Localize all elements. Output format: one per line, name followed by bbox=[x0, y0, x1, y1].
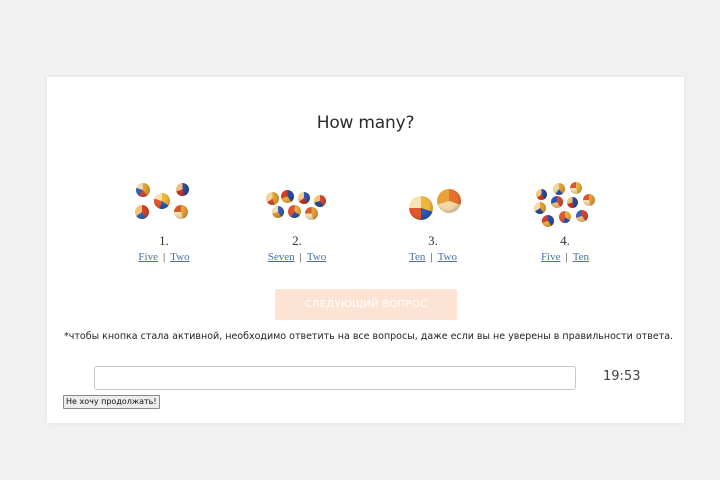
answer-input[interactable] bbox=[94, 366, 576, 390]
question-2: 2. Seven | Two bbox=[237, 177, 357, 265]
ball bbox=[583, 194, 595, 206]
countdown-timer: 19:53 bbox=[603, 369, 641, 384]
ball-group-4 bbox=[531, 177, 599, 233]
answer-two[interactable]: Two bbox=[438, 251, 457, 263]
ball bbox=[559, 211, 571, 223]
answer-seven[interactable]: Seven bbox=[268, 251, 295, 263]
ball bbox=[542, 215, 554, 227]
ball bbox=[551, 196, 563, 208]
answer-two[interactable]: Two bbox=[170, 251, 189, 263]
ball bbox=[536, 189, 547, 200]
ball bbox=[576, 210, 588, 222]
answer-separator: | bbox=[162, 251, 166, 263]
ball bbox=[570, 182, 582, 194]
answer-separator: | bbox=[430, 251, 433, 263]
required-answers-note: *чтобы кнопка стала активной, необходимо… bbox=[64, 331, 674, 342]
ball-group-2 bbox=[264, 177, 330, 233]
quiz-card: How many? 1. Five | Two 2. Seven | Two 3… bbox=[47, 77, 684, 423]
ball-group-3 bbox=[403, 177, 463, 233]
answer-options: Seven | Two bbox=[237, 249, 357, 265]
ball bbox=[409, 196, 433, 220]
ball-group-1 bbox=[132, 177, 196, 233]
ball bbox=[305, 207, 318, 220]
ball bbox=[534, 202, 546, 214]
ball bbox=[281, 190, 294, 203]
answer-five[interactable]: Five bbox=[138, 251, 158, 263]
quit-button[interactable]: Не хочу продолжать! bbox=[63, 395, 160, 409]
answer-five[interactable]: Five bbox=[541, 251, 561, 263]
answer-ten[interactable]: Ten bbox=[409, 251, 425, 263]
next-question-button[interactable]: СЛЕДУЮЩИЙ ВОПРОС bbox=[275, 289, 457, 320]
ball bbox=[266, 192, 279, 205]
ball bbox=[176, 183, 189, 196]
ball bbox=[272, 206, 284, 218]
answer-separator: | bbox=[299, 251, 302, 263]
question-number: 3. bbox=[428, 233, 438, 248]
ball bbox=[174, 205, 188, 219]
question-1: 1. Five | Two bbox=[104, 177, 224, 265]
ball bbox=[567, 197, 578, 208]
ball bbox=[288, 205, 301, 218]
ball bbox=[314, 195, 326, 207]
page-title: How many? bbox=[316, 113, 415, 133]
answer-options: Five | Ten bbox=[505, 249, 625, 265]
ball bbox=[553, 183, 565, 195]
ball bbox=[437, 189, 461, 213]
answer-options: Five | Two bbox=[104, 249, 224, 265]
answer-options: Ten | Two bbox=[373, 249, 493, 265]
ball bbox=[154, 193, 170, 209]
ball bbox=[136, 183, 150, 197]
answer-two[interactable]: Two bbox=[307, 251, 326, 263]
question-3: 3. Ten | Two bbox=[373, 177, 493, 265]
answer-ten[interactable]: Ten bbox=[573, 251, 589, 263]
question-number: 1. bbox=[159, 233, 169, 248]
question-number: 2. bbox=[292, 233, 302, 248]
ball bbox=[298, 192, 310, 204]
question-4: 4. Five | Ten bbox=[505, 177, 625, 265]
answer-separator: | bbox=[565, 251, 568, 263]
question-number: 4. bbox=[560, 233, 570, 248]
ball bbox=[135, 205, 149, 219]
